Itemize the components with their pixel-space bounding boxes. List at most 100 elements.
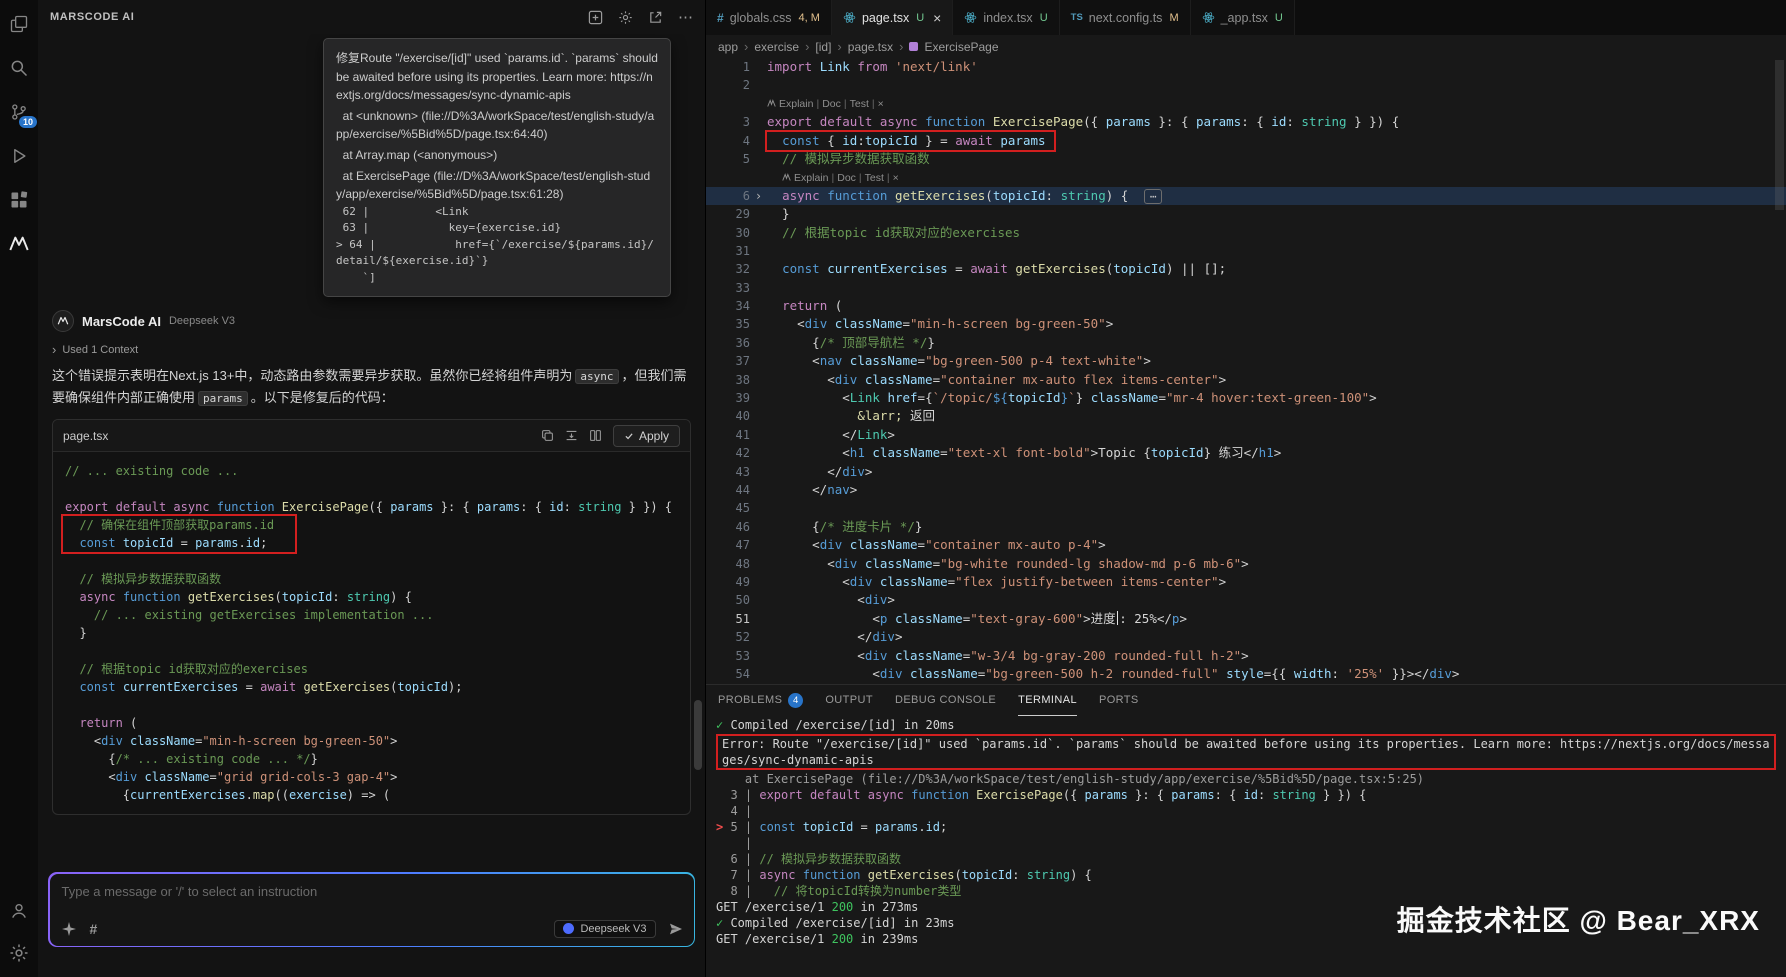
code-line[interactable]: 42 <h1 className="text-xl font-bold">Top… bbox=[706, 444, 1786, 462]
code-line[interactable]: 38 <div className="container mx-auto fle… bbox=[706, 371, 1786, 389]
source-control-icon[interactable]: 10 bbox=[7, 100, 31, 124]
code-line[interactable]: 1import Link from 'next/link' bbox=[706, 58, 1786, 76]
chat-code-line: const topicId = params.id; bbox=[65, 534, 690, 552]
code-line[interactable]: 35 <div className="min-h-screen bg-green… bbox=[706, 315, 1786, 333]
editor-tab-index.tsx[interactable]: index.tsxU bbox=[953, 0, 1059, 35]
code-line[interactable]: 32 const currentExercises = await getExe… bbox=[706, 260, 1786, 278]
copy-icon[interactable] bbox=[541, 429, 554, 442]
editor-tab-page.tsx[interactable]: page.tsxU× bbox=[832, 0, 953, 35]
panel-tab-ports[interactable]: PORTS bbox=[1099, 685, 1139, 716]
model-selector[interactable]: Deepseek V3 bbox=[554, 920, 655, 938]
panel-tab-problems[interactable]: PROBLEMS4 bbox=[718, 685, 803, 716]
code-line[interactable]: 6› async function getExercises(topicId: … bbox=[706, 187, 1786, 205]
close-tab-icon[interactable]: × bbox=[933, 10, 941, 26]
codelens-action[interactable]: Explain bbox=[794, 172, 828, 184]
code-line[interactable]: 45 bbox=[706, 499, 1786, 517]
code-line[interactable]: 41 </Link> bbox=[706, 426, 1786, 444]
apply-label: Apply bbox=[639, 429, 669, 443]
breadcrumb-item[interactable]: exercise bbox=[754, 40, 799, 54]
code-line[interactable]: 54 <div className="bg-green-500 h-2 roun… bbox=[706, 665, 1786, 683]
code-line[interactable]: 33 bbox=[706, 279, 1786, 297]
error-message: 修复Route "/exercise/[id]" used `params.id… bbox=[336, 49, 658, 105]
code-line[interactable]: 5 // 模拟异步数据获取函数 bbox=[706, 150, 1786, 168]
account-icon[interactable] bbox=[7, 899, 31, 923]
editor-tab-next.config.ts[interactable]: TSnext.config.tsM bbox=[1060, 0, 1191, 35]
run-debug-icon[interactable] bbox=[7, 144, 31, 168]
code-line[interactable]: 52 </div> bbox=[706, 628, 1786, 646]
line-number: 34 bbox=[706, 297, 750, 315]
code-line[interactable]: 39 <Link href={`/topic/${topicId}`} clas… bbox=[706, 389, 1786, 407]
chevron-separator-icon: › bbox=[899, 39, 903, 54]
explorer-icon[interactable] bbox=[7, 12, 31, 36]
extensions-icon[interactable] bbox=[7, 188, 31, 212]
code-line[interactable]: 30 // 根据topic id获取对应的exercises bbox=[706, 224, 1786, 242]
editor-tab-globals.css[interactable]: #globals.css4, M bbox=[706, 0, 832, 35]
send-icon[interactable] bbox=[668, 921, 684, 937]
code-line[interactable]: 47 <div className="container mx-auto p-4… bbox=[706, 536, 1786, 554]
terminal-error-line: Error: Route "/exercise/[id]" used `para… bbox=[716, 734, 1776, 770]
editor-tab-_app.tsx[interactable]: _app.tsxU bbox=[1191, 0, 1295, 35]
fold-column bbox=[750, 555, 767, 573]
share-icon[interactable] bbox=[648, 10, 663, 25]
codelens-action[interactable]: Explain bbox=[779, 98, 813, 110]
code-text: <div className="container mx-auto p-4"> bbox=[767, 536, 1106, 554]
new-chat-icon[interactable] bbox=[588, 10, 603, 25]
diff-icon[interactable] bbox=[589, 429, 602, 442]
code-line[interactable]: 34 return ( bbox=[706, 297, 1786, 315]
breadcrumb-item[interactable]: [id] bbox=[815, 40, 831, 54]
code-line[interactable]: 44 </nav> bbox=[706, 481, 1786, 499]
code-line[interactable]: 40 &larr; 返回 bbox=[706, 407, 1786, 425]
panel-tab-label: DEBUG CONSOLE bbox=[895, 694, 996, 706]
insert-code-icon[interactable] bbox=[565, 429, 578, 442]
code-line[interactable]: 51 <p className="text-gray-600">进度: 25%<… bbox=[706, 610, 1786, 628]
editor-scrollbar[interactable] bbox=[1775, 60, 1784, 210]
codelens-action[interactable]: Test bbox=[850, 98, 869, 110]
code-line[interactable]: 31 bbox=[706, 242, 1786, 260]
breadcrumb-item[interactable]: page.tsx bbox=[848, 40, 893, 54]
panel-tab-label: PORTS bbox=[1099, 694, 1139, 706]
apply-button[interactable]: Apply bbox=[613, 425, 680, 447]
line-number: 1 bbox=[706, 58, 750, 76]
code-line[interactable]: 43 </div> bbox=[706, 463, 1786, 481]
code-line[interactable]: 29 } bbox=[706, 205, 1786, 223]
fold-chevron-icon[interactable]: › bbox=[750, 187, 767, 205]
panel-tab-debug-console[interactable]: DEBUG CONSOLE bbox=[895, 685, 996, 716]
codelens-action[interactable]: Doc bbox=[837, 172, 856, 184]
codelens-action[interactable]: × bbox=[893, 172, 899, 184]
code-line[interactable]: 37 <nav className="bg-green-500 p-4 text… bbox=[706, 352, 1786, 370]
code-line[interactable]: 53 <div className="w-3/4 bg-gray-200 rou… bbox=[706, 647, 1786, 665]
code-line[interactable]: 49 <div className="flex justify-between … bbox=[706, 573, 1786, 591]
search-icon[interactable] bbox=[7, 56, 31, 80]
code-line[interactable]: 48 <div className="bg-white rounded-lg s… bbox=[706, 555, 1786, 573]
code-line[interactable]: 50 <div> bbox=[706, 591, 1786, 609]
code-text: {/* 顶部导航栏 */} bbox=[767, 334, 935, 352]
codelens-action[interactable]: × bbox=[878, 98, 884, 110]
fold-column bbox=[750, 150, 767, 168]
code-line[interactable]: 3export default async function ExerciseP… bbox=[706, 113, 1786, 131]
code-line[interactable]: 4 const { id:topicId } = await params bbox=[706, 132, 1786, 150]
sparkle-icon[interactable] bbox=[62, 922, 76, 936]
settings-gear-icon[interactable] bbox=[618, 10, 633, 25]
code-line[interactable]: 36 {/* 顶部导航栏 */} bbox=[706, 334, 1786, 352]
breadcrumb-item[interactable]: ExercisePage bbox=[924, 40, 998, 54]
chat-input-field[interactable]: Type a message or '/' to select an instr… bbox=[62, 884, 682, 899]
panel-tab-output[interactable]: OUTPUT bbox=[825, 685, 873, 716]
more-icon[interactable]: ⋯ bbox=[678, 8, 693, 26]
codelens-action[interactable]: Test bbox=[865, 172, 884, 184]
chat-code-line: // 根据topic id获取对应的exercises bbox=[65, 660, 690, 678]
marscode-icon[interactable] bbox=[7, 232, 31, 256]
breadcrumb-item[interactable]: app bbox=[718, 40, 738, 54]
settings-icon[interactable] bbox=[7, 941, 31, 965]
line-number: 44 bbox=[706, 481, 750, 499]
tab-status-badge: U bbox=[1040, 12, 1048, 24]
codelens-action[interactable]: Doc bbox=[822, 98, 841, 110]
code-line[interactable]: 46 {/* 进度卡片 */} bbox=[706, 518, 1786, 536]
context-hash-icon[interactable]: # bbox=[90, 921, 98, 937]
chat-code-line: {currentExercises.map((exercise) => ( bbox=[65, 786, 690, 804]
chat-scrollbar[interactable] bbox=[694, 700, 702, 770]
line-number: 6 bbox=[706, 187, 750, 205]
panel-tab-terminal[interactable]: TERMINAL bbox=[1018, 685, 1077, 716]
fold-column bbox=[750, 389, 767, 407]
used-context-toggle[interactable]: › Used 1 Context bbox=[52, 342, 691, 357]
code-line[interactable]: 2 bbox=[706, 76, 1786, 94]
